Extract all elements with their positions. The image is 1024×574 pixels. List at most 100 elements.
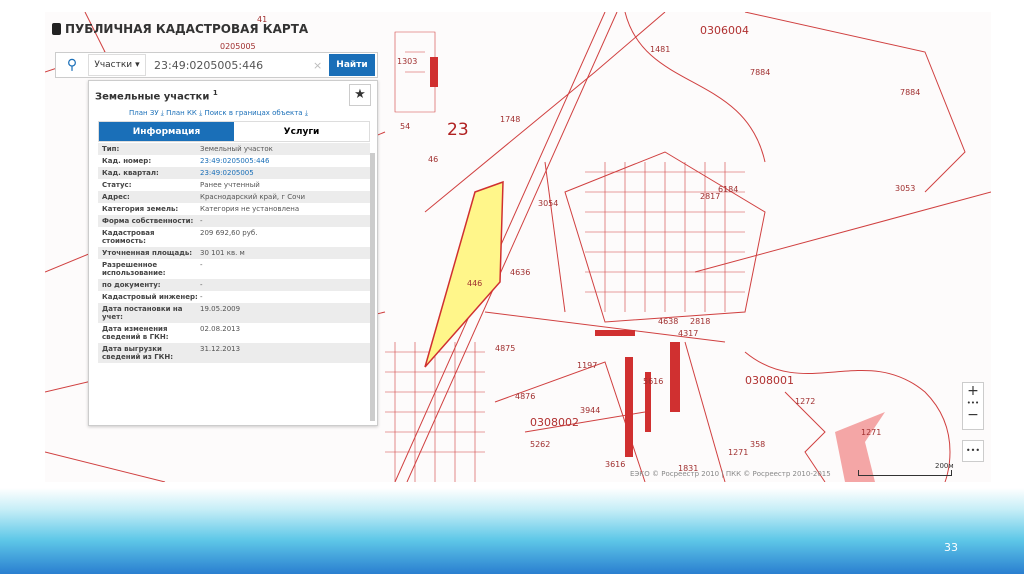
search-bar: ⚲ Участки ▾ 23:49:0205005:446 × Найти (55, 52, 378, 78)
map-label: 0308001 (745, 374, 794, 387)
search-icon[interactable]: ⚲ (56, 57, 88, 73)
info-key: Кад. номер: (102, 157, 152, 165)
map-label: 1748 (500, 115, 521, 124)
map-label: 2818 (690, 317, 711, 326)
info-row: Кадастровая стоимость: 209 692,60 руб. (98, 227, 370, 247)
info-key: Дата постановки на учет: (102, 305, 183, 321)
info-key: по документу: (102, 281, 161, 289)
info-key: Адрес: (102, 193, 130, 201)
info-value[interactable]: 23:49:0205005:446 (200, 157, 366, 165)
map-label: 23 (447, 120, 469, 140)
zoom-control: + ••• − (962, 382, 984, 430)
map-attribution: ЕЭКО © Росреестр 2010 | ПКК © Росреестр … (630, 470, 831, 478)
info-key: Уточненная площадь: (102, 249, 193, 257)
info-row: Разрешенное использование: - (98, 259, 370, 279)
info-row: Категория земель: Категория не установлен… (98, 203, 370, 215)
map-label: 0205005 (220, 42, 256, 51)
map-menu-button[interactable]: ••• (962, 440, 984, 462)
scale-label: 200м (935, 462, 954, 470)
info-key: Дата изменения сведений в ГКН: (102, 325, 169, 341)
info-panel: Земельные участки 1 ★ План ЗУ ⤓ План КК … (88, 80, 378, 426)
map-label: 1272 (795, 397, 816, 406)
info-value: 209 692,60 руб. (200, 229, 258, 237)
info-key: Дата выгрузки сведений из ГКН: (102, 345, 174, 361)
info-value: Категория не установлена (200, 205, 300, 213)
panel-title-text: Земельные участки (95, 91, 210, 103)
search-type-dropdown[interactable]: Участки ▾ (88, 54, 146, 76)
info-row: Форма собственности: - (98, 215, 370, 227)
info-value: 30 101 кв. м (200, 249, 245, 257)
map-label: 0308002 (530, 416, 579, 429)
map-label: 4876 (515, 392, 536, 401)
map-label: 1271 (728, 448, 749, 457)
info-value: - (200, 293, 203, 301)
search-button[interactable]: Найти (329, 54, 375, 76)
tab-services[interactable]: Услуги (234, 122, 369, 141)
map-label: 0306004 (700, 24, 749, 37)
info-key: Кадастровая стоимость: (102, 229, 155, 245)
info-row: Кад. номер: 23:49:0205005:446 (98, 155, 370, 167)
map-label: 54 (400, 122, 411, 131)
map-label: 3944 (580, 406, 601, 415)
info-value: Краснодарский край, г Сочи (200, 193, 306, 201)
info-value: 19.05.2009 (200, 305, 241, 313)
map-label: 1197 (577, 361, 598, 370)
info-key: Кадастровый инженер: (102, 293, 198, 301)
search-input[interactable]: 23:49:0205005:446 (146, 59, 313, 72)
info-value: - (200, 261, 203, 269)
info-row: Дата выгрузки сведений из ГКН: 31.12.2013 (98, 343, 370, 363)
map-label: 46 (428, 155, 439, 164)
chevron-down-icon: ▾ (135, 60, 140, 70)
map-label: 446 (467, 279, 483, 288)
info-key: Кад. квартал: (102, 169, 159, 177)
info-row: по документу: - (98, 279, 370, 291)
info-table: Тип: Земельный участок Кад. номер: 23:49:02… (98, 143, 370, 363)
map-label: 4638 (658, 317, 679, 326)
info-key: Форма собственности: (102, 217, 194, 225)
app-brand: ПУБЛИЧНАЯ КАДАСТРОВАЯ КАРТА (52, 22, 308, 36)
map-label: 5616 (643, 377, 664, 386)
panel-tabs: Информация Услуги (98, 121, 370, 142)
map-label: 4875 (495, 344, 516, 353)
map-label: 3053 (895, 184, 916, 193)
info-row: Кадастровый инженер: - (98, 291, 370, 303)
panel-title: Земельные участки 1 (95, 89, 218, 102)
info-row: Дата изменения сведений в ГКН: 02.08.2013 (98, 323, 370, 343)
panel-links[interactable]: План ЗУ ⤓ План КК ⤓ Поиск в границах объ… (129, 109, 369, 117)
info-row: Адрес: Краснодарский край, г Сочи (98, 191, 370, 203)
info-value: 02.08.2013 (200, 325, 241, 333)
scrollbar[interactable] (370, 153, 375, 421)
info-key: Тип: (102, 145, 120, 153)
clear-icon[interactable]: × (313, 59, 329, 72)
map-label: 4317 (678, 329, 699, 338)
logo-icon (52, 23, 61, 35)
tab-info[interactable]: Информация (99, 122, 234, 141)
info-key: Категория земель: (102, 205, 179, 213)
map-label: 7884 (750, 68, 771, 77)
map-label: 1481 (650, 45, 671, 54)
info-key: Разрешенное использование: (102, 261, 166, 277)
info-value[interactable]: 23:49:0205005 (200, 169, 366, 177)
map-label: 3616 (605, 460, 626, 469)
info-value: 31.12.2013 (200, 345, 241, 353)
map-label: 1303 (397, 57, 418, 66)
zoom-out-button[interactable]: − (963, 407, 983, 423)
app-title: ПУБЛИЧНАЯ КАДАСТРОВАЯ КАРТА (65, 22, 309, 36)
zoom-in-button[interactable]: + (963, 383, 983, 399)
info-row: Дата постановки на учет: 19.05.2009 (98, 303, 370, 323)
slide-page-number: 33 (944, 541, 958, 554)
favorite-star-icon[interactable]: ★ (349, 84, 371, 106)
info-row: Уточненная площадь: 30 101 кв. м (98, 247, 370, 259)
map-label: 4636 (510, 268, 531, 277)
info-row: Тип: Земельный участок (98, 143, 370, 155)
map-label: 1271 (861, 428, 882, 437)
info-value: - (200, 281, 203, 289)
map-label: 358 (750, 440, 766, 449)
slide-footer-band (0, 488, 1024, 574)
map-label: 6184 (718, 185, 739, 194)
map-label: 5262 (530, 440, 551, 449)
zoom-more-button[interactable]: ••• (963, 399, 983, 407)
info-row: Статус: Ранее учтенный (98, 179, 370, 191)
info-value: - (200, 217, 203, 225)
info-value: Земельный участок (200, 145, 273, 153)
